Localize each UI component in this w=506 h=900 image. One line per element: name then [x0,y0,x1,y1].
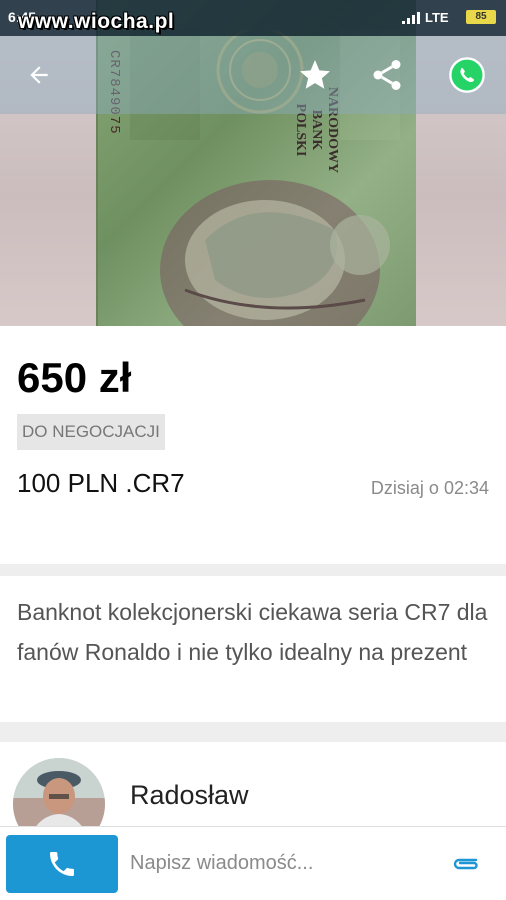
whatsapp-icon [449,57,485,93]
status-bar: 6:45 www.wiocha.pl LTE 85 [0,0,506,36]
listing-date: Dzisiaj o 02:34 [370,478,489,498]
share-button[interactable] [366,54,408,96]
banknote-portrait [160,180,390,326]
app-bar [0,36,506,114]
seller-photo [13,758,105,826]
phone-icon [50,852,74,876]
price-card: 650 zł DO NEGOCJACJI 100 PLN .CR7 Dzisia… [0,326,506,564]
message-input[interactable] [130,841,430,885]
seller-card[interactable]: Radosław [0,742,506,826]
star-icon [300,60,330,89]
battery-indicator: 85 [466,10,496,24]
negotiable-badge: DO NEGOCJACJI [17,414,165,450]
description-card: Banknot kolekcjonerski ciekawa seria CR7… [0,576,506,722]
whatsapp-share-button[interactable] [446,54,488,96]
listing-title: 100 PLN .CR7 [17,468,185,498]
back-button[interactable] [18,54,60,96]
call-button[interactable] [6,835,118,893]
avatar[interactable] [13,758,105,826]
favorite-button[interactable] [294,54,336,96]
listing-description: Banknot kolekcjonerski ciekawa seria CR7… [17,599,488,665]
signal-icon [402,12,420,24]
listing-price: 650 zł [17,354,132,401]
bottom-action-bar [0,826,506,900]
attach-button[interactable] [448,849,484,879]
watermark-text: www.wiocha.pl [18,10,175,33]
paperclip-icon [453,858,478,870]
share-icon [373,60,401,90]
network-type: LTE [425,10,449,25]
back-arrow-icon [30,66,48,84]
seller-name[interactable]: Radosław [130,780,249,811]
